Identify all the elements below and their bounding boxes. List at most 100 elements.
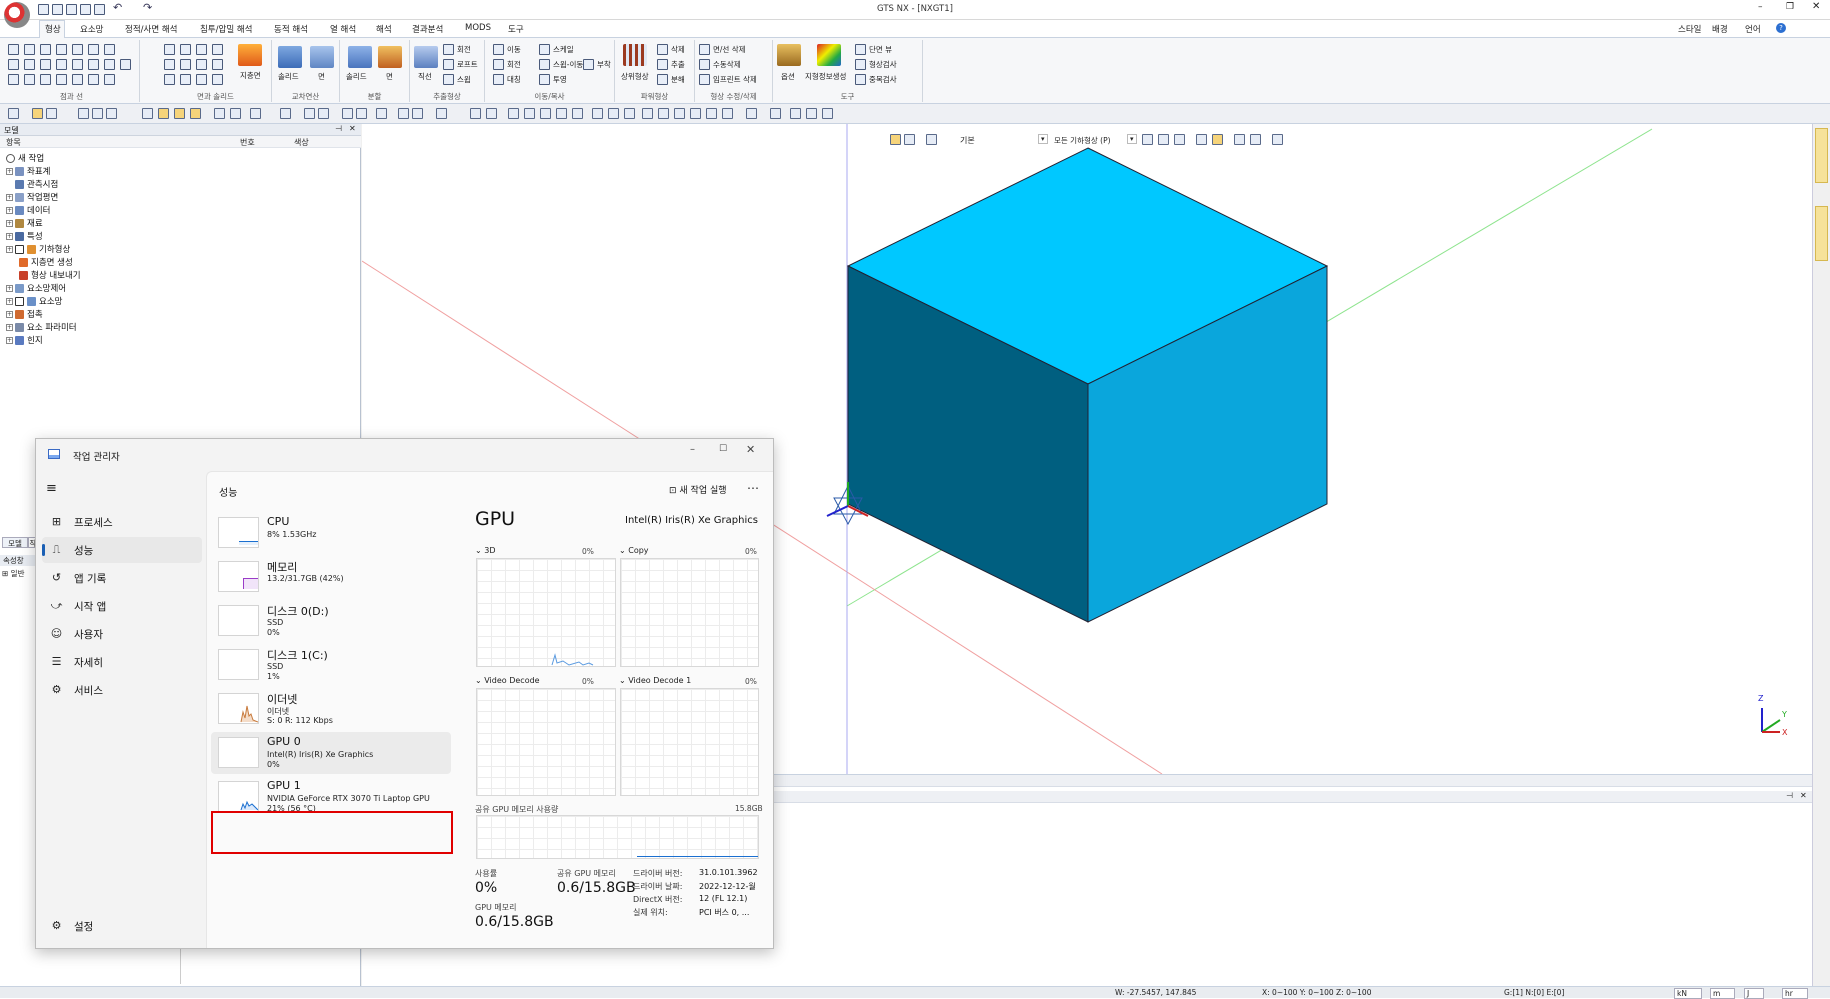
circle-point-icon[interactable]: [24, 44, 35, 55]
device-ethernet[interactable]: 이더넷 이더넷 S: 0 R: 112 Kbps: [211, 688, 451, 730]
restore-button[interactable]: ❐: [1786, 2, 1794, 12]
rotate-left-icon[interactable]: [540, 108, 551, 119]
dash-line-icon[interactable]: [72, 59, 83, 70]
move-label[interactable]: 이동: [507, 44, 521, 55]
checkbox-icon[interactable]: [15, 297, 24, 306]
right-dock-tab-2[interactable]: [1815, 206, 1828, 261]
tm-maximize-button[interactable]: ☐: [719, 444, 727, 454]
extend-icon[interactable]: [88, 59, 99, 70]
snap-grid-icon[interactable]: [158, 108, 169, 119]
iso-view-icon[interactable]: [746, 108, 757, 119]
select-icon[interactable]: [32, 108, 43, 119]
device-cpu[interactable]: CPU 8% 1.53GHz: [211, 512, 451, 554]
more-options-icon[interactable]: ⋯: [747, 481, 759, 495]
project-icon[interactable]: [539, 74, 550, 85]
nav-users[interactable]: ☺ 사용자: [42, 621, 202, 647]
show-icon[interactable]: [106, 108, 117, 119]
query-icon[interactable]: [376, 108, 387, 119]
cone-icon[interactable]: [196, 44, 207, 55]
minimize-button[interactable]: –: [1758, 2, 1763, 12]
render-edge-icon[interactable]: [822, 108, 833, 119]
tab-geometry[interactable]: 형상: [45, 23, 61, 35]
curve-icon[interactable]: [56, 59, 67, 70]
view-left-icon[interactable]: [674, 108, 685, 119]
close-button[interactable]: ✕: [1812, 1, 1820, 12]
shape-check-icon[interactable]: [855, 59, 866, 70]
hide-icon[interactable]: [92, 108, 103, 119]
manual-delete-icon[interactable]: [699, 59, 710, 70]
loft-label[interactable]: 로프트: [457, 59, 478, 70]
stratum-surface-label[interactable]: 지층면: [240, 70, 261, 81]
nav-startup-apps[interactable]: ⤻ 시작 앱: [42, 593, 202, 619]
pin-icon[interactable]: ⊣: [335, 124, 342, 133]
cursor-icon[interactable]: [230, 108, 241, 119]
element-label-icon[interactable]: [356, 108, 367, 119]
unit-length-select[interactable]: m: [1710, 988, 1736, 999]
shape-check-label[interactable]: 형상검사: [869, 59, 897, 70]
measure-angle-icon[interactable]: [318, 108, 329, 119]
loop-icon[interactable]: [88, 74, 99, 85]
attach-icon[interactable]: [583, 59, 594, 70]
menu-language[interactable]: 언어: [1745, 23, 1761, 35]
fillet-icon[interactable]: [72, 44, 83, 55]
nav-processes[interactable]: ⊞ 프로세스: [42, 509, 202, 535]
move-icon[interactable]: [493, 44, 504, 55]
col-item[interactable]: 항목: [6, 137, 21, 148]
wireframe-icon[interactable]: [790, 108, 801, 119]
tree-item-mesh[interactable]: + 요소망: [6, 295, 62, 307]
tab-dynamic-analysis[interactable]: 동적 해석: [274, 23, 308, 35]
scale-label[interactable]: 스케일: [553, 44, 574, 55]
extract-label[interactable]: 추출: [671, 59, 685, 70]
view-bottom-icon[interactable]: [722, 108, 733, 119]
divide-solid-icon[interactable]: [348, 46, 372, 68]
extrude-icon[interactable]: [414, 46, 438, 68]
tree-item-data[interactable]: + 데이터: [6, 204, 50, 216]
boolean-solid-icon[interactable]: [278, 46, 302, 68]
loft-icon[interactable]: [443, 59, 454, 70]
view-right-icon[interactable]: [690, 108, 701, 119]
tab-seepage-analysis[interactable]: 침투/압밀 해석: [200, 23, 253, 35]
box-icon[interactable]: [164, 44, 175, 55]
menu-background[interactable]: 배경: [1712, 23, 1728, 35]
tree-item-geometry[interactable]: + 기하형상: [6, 243, 70, 255]
nav-services[interactable]: ⚙ 서비스: [42, 677, 202, 703]
work-plane-icon[interactable]: [214, 108, 225, 119]
app-logo-icon[interactable]: [4, 2, 30, 28]
view-top-icon[interactable]: [706, 108, 717, 119]
shade-icon[interactable]: [770, 108, 781, 119]
section-view-label[interactable]: 단면 뷰: [869, 44, 892, 55]
right-dock-tab-1[interactable]: [1815, 128, 1828, 183]
tab-mods[interactable]: MODS: [465, 23, 491, 33]
tree-item-contact[interactable]: + 접촉: [6, 308, 43, 320]
delete-label[interactable]: 삭제: [671, 44, 685, 55]
terrain-icon[interactable]: [817, 44, 841, 66]
nav-app-history[interactable]: ↺ 앱 기록: [42, 565, 202, 591]
view-back-icon[interactable]: [658, 108, 669, 119]
terrain-label[interactable]: 지형정보생성: [805, 71, 846, 82]
device-disk-1[interactable]: 디스크 1(C:) SSD 1%: [211, 644, 451, 686]
revolve-label[interactable]: 회전: [457, 44, 471, 55]
snap-icon[interactable]: [8, 108, 19, 119]
divide-face-icon[interactable]: [378, 46, 402, 68]
view-front-icon[interactable]: [642, 108, 653, 119]
render-icon[interactable]: [806, 108, 817, 119]
tm-minimize-button[interactable]: –: [690, 444, 695, 455]
engine-3d-label[interactable]: ⌄ 3D: [475, 546, 496, 555]
trim-icon[interactable]: [104, 44, 115, 55]
tab-model[interactable]: 모델: [2, 537, 28, 548]
rotate-icon[interactable]: [493, 59, 504, 70]
device-disk-0[interactable]: 디스크 0(D:) SSD 0%: [211, 600, 451, 642]
orientation-triad[interactable]: Z Y X: [1750, 694, 1790, 740]
plane-icon[interactable]: [180, 74, 191, 85]
tree-item-work-plane[interactable]: + 작업평면: [6, 191, 58, 203]
mirror-icon[interactable]: [493, 74, 504, 85]
tab-thermal-analysis[interactable]: 열 해석: [330, 23, 356, 35]
solid-icon[interactable]: [212, 74, 223, 85]
checkbox-icon[interactable]: [15, 245, 24, 254]
tree-item-property[interactable]: + 특성: [6, 230, 43, 242]
rotate-curve-icon[interactable]: [8, 74, 19, 85]
stratum-surface-icon[interactable]: [238, 44, 262, 66]
extrude-label[interactable]: 직선: [418, 71, 432, 82]
torus-icon[interactable]: [164, 59, 175, 70]
explode-label[interactable]: 분해: [671, 74, 685, 85]
